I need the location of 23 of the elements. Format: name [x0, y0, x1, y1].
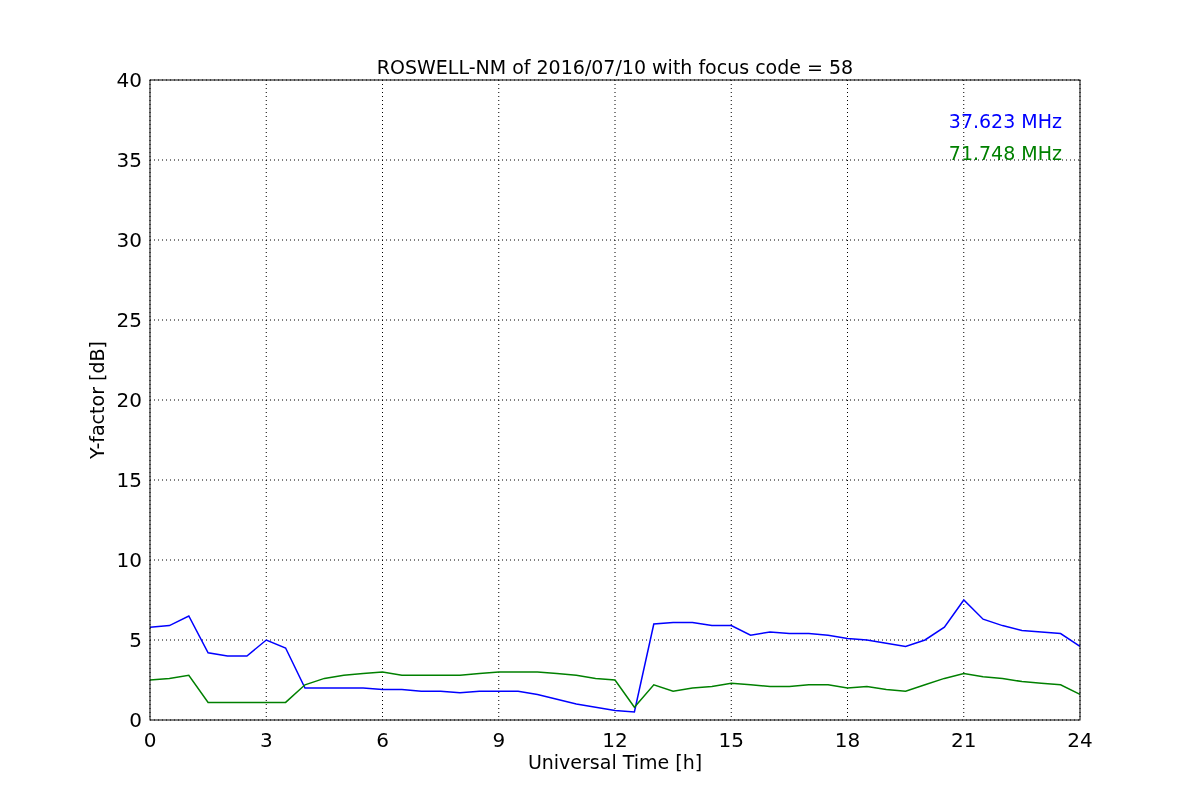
tick-label: 18 — [834, 728, 861, 752]
tick-label: 40 — [116, 68, 142, 92]
chart-title: ROSWELL-NM of 2016/07/10 with focus code = 58 — [376, 56, 854, 78]
tick-label: 30 — [116, 228, 142, 252]
tick-label: 3 — [259, 728, 273, 752]
tick-label: 5 — [129, 628, 142, 652]
tick-label: 0 — [143, 728, 157, 752]
tick-label: 25 — [116, 308, 142, 332]
tick-label: 15 — [718, 728, 744, 752]
tick-label: 35 — [116, 148, 142, 172]
tick-label: 12 — [602, 728, 628, 752]
tick-label: 15 — [116, 468, 142, 492]
tick-label: 0 — [129, 708, 142, 732]
tick-label: 9 — [492, 728, 506, 752]
x-axis-label: Universal Time [h] — [527, 751, 703, 773]
tick-label: 6 — [376, 728, 389, 752]
tick-label: 24 — [1067, 728, 1093, 752]
tick-label: 10 — [116, 548, 142, 572]
tick-label: 21 — [951, 728, 977, 752]
legend-label: 37.623 MHz — [948, 110, 1062, 132]
legend-label: 71.748 MHz — [948, 142, 1062, 164]
y-axis-label: Y-factor [dB] — [86, 341, 108, 459]
tick-label: 20 — [116, 388, 142, 412]
